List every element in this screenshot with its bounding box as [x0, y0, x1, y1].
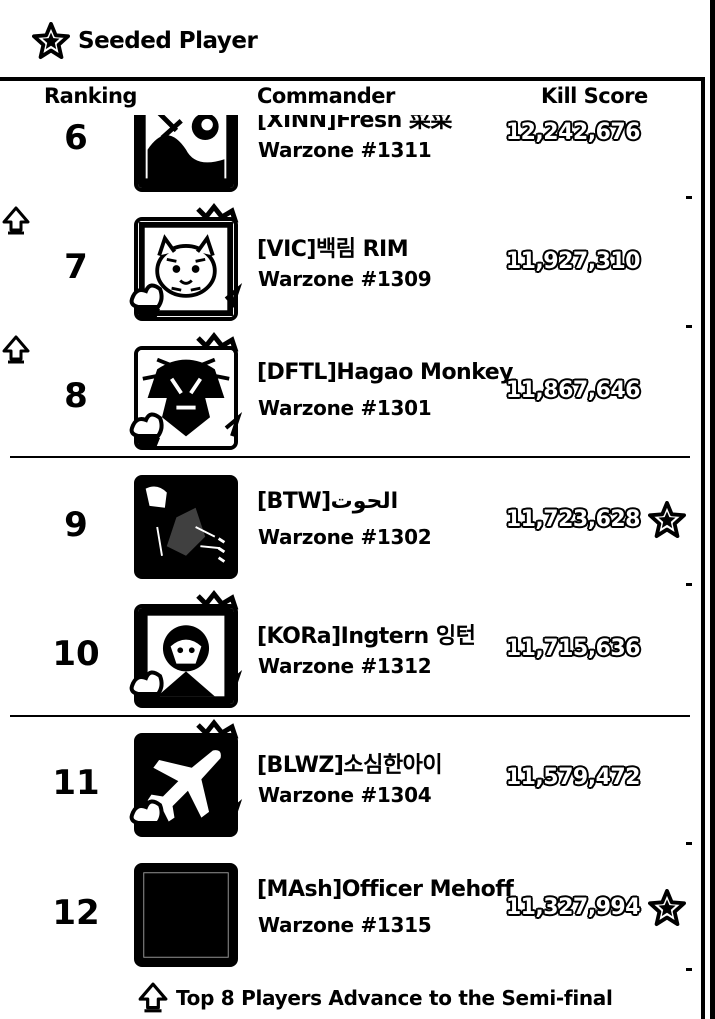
- kill-score: 11,867,646: [505, 378, 641, 403]
- up-arrow-icon: [2, 206, 30, 235]
- avatar[interactable]: [134, 604, 238, 708]
- avatar[interactable]: [134, 217, 238, 321]
- divider-tick: [686, 968, 692, 971]
- warzone-label: Warzone #1304: [258, 783, 432, 807]
- kill-score: 12,242,676: [505, 120, 641, 145]
- table-row[interactable]: 12 [MAsh]Officer Mehoff Warzone #1315 11…: [0, 855, 700, 975]
- advance-cutoff-divider: [10, 456, 690, 458]
- kill-score: 11,723,628: [505, 507, 641, 532]
- warzone-label: Warzone #1312: [258, 654, 432, 678]
- avatar[interactable]: [134, 475, 238, 579]
- up-arrow-icon: [138, 982, 168, 1013]
- warzone-label: Warzone #1315: [258, 913, 432, 937]
- advance-legend: Top 8 Players Advance to the Semi-final: [138, 982, 613, 1014]
- advance-note: Top 8 Players Advance to the Semi-final: [176, 986, 613, 1010]
- table-row[interactable]: 6 [XINN]Fresh 菜菜 Warzone #1311 12,242,67…: [0, 115, 700, 209]
- table-frame-right: [701, 77, 705, 1019]
- kill-score: 11,927,310: [505, 249, 641, 274]
- rank-number: 11: [52, 763, 100, 803]
- column-header-ranking: Ranking: [44, 84, 137, 108]
- divider-tick: [686, 325, 692, 328]
- star-badge-icon: [32, 22, 70, 60]
- avatar[interactable]: [134, 863, 238, 967]
- rank-number: 9: [64, 505, 88, 545]
- commander-name: [DFTL]Hagao Monkey: [257, 360, 514, 385]
- up-arrow-icon: [2, 335, 30, 364]
- avatar[interactable]: [134, 115, 238, 192]
- divider-tick: [686, 583, 692, 586]
- table-row[interactable]: 7 [VIC]백림 RIM Warzone #1309 11,927,310: [0, 203, 700, 338]
- warzone-label: Warzone #1301: [258, 396, 432, 420]
- avatar[interactable]: [134, 733, 238, 837]
- table-row[interactable]: 8 [DFTL]Hagao Monkey Warzone #1301 11,86…: [0, 332, 700, 467]
- table-row[interactable]: 11 [BLWZ]소심한아이 Warzone #1304 11,579,472: [0, 719, 700, 854]
- table-row[interactable]: 10 [KORa]Ingtern 잉턴 Warzone #1312 11,715…: [0, 590, 700, 725]
- warzone-label: Warzone #1309: [258, 267, 432, 291]
- rank-number: 12: [52, 893, 100, 933]
- commander-name: [XINN]Fresh 菜菜: [257, 115, 452, 133]
- table-row[interactable]: 9 [BTW]الحوت Warzone #1302 11,723,628: [0, 467, 700, 596]
- star-badge-icon: [648, 501, 686, 539]
- kill-score: 11,327,994: [505, 895, 641, 920]
- divider-tick: [686, 196, 692, 199]
- table-frame-top: [0, 77, 705, 81]
- kill-score: 11,715,636: [505, 636, 641, 661]
- ranking-list[interactable]: 6 [XINN]Fresh 菜菜 Warzone #1311 12,242,67…: [0, 115, 700, 975]
- kill-score: 11,579,472: [505, 765, 641, 790]
- scrollbar[interactable]: [710, 0, 715, 1019]
- rank-number: 6: [64, 118, 88, 158]
- commander-name: [BLWZ]소심한아이: [257, 753, 443, 778]
- rank-number: 7: [64, 247, 88, 287]
- seeded-player-legend: Seeded Player: [32, 22, 258, 60]
- column-header-commander: Commander: [257, 84, 395, 108]
- section-divider: [10, 715, 690, 717]
- commander-name: [KORa]Ingtern 잉턴: [257, 624, 476, 649]
- divider-tick: [686, 842, 692, 845]
- seeded-player-label: Seeded Player: [78, 28, 258, 54]
- avatar[interactable]: [134, 346, 238, 450]
- star-badge-icon: [648, 889, 686, 927]
- rank-number: 10: [52, 634, 100, 674]
- warzone-label: Warzone #1311: [258, 138, 432, 162]
- rank-number: 8: [64, 376, 88, 416]
- commander-name: [BTW]الحوت: [257, 489, 399, 514]
- warzone-label: Warzone #1302: [258, 525, 432, 549]
- commander-name: [VIC]백림 RIM: [257, 237, 409, 262]
- commander-name: [MAsh]Officer Mehoff: [257, 877, 514, 902]
- column-header-kill-score: Kill Score: [541, 84, 648, 108]
